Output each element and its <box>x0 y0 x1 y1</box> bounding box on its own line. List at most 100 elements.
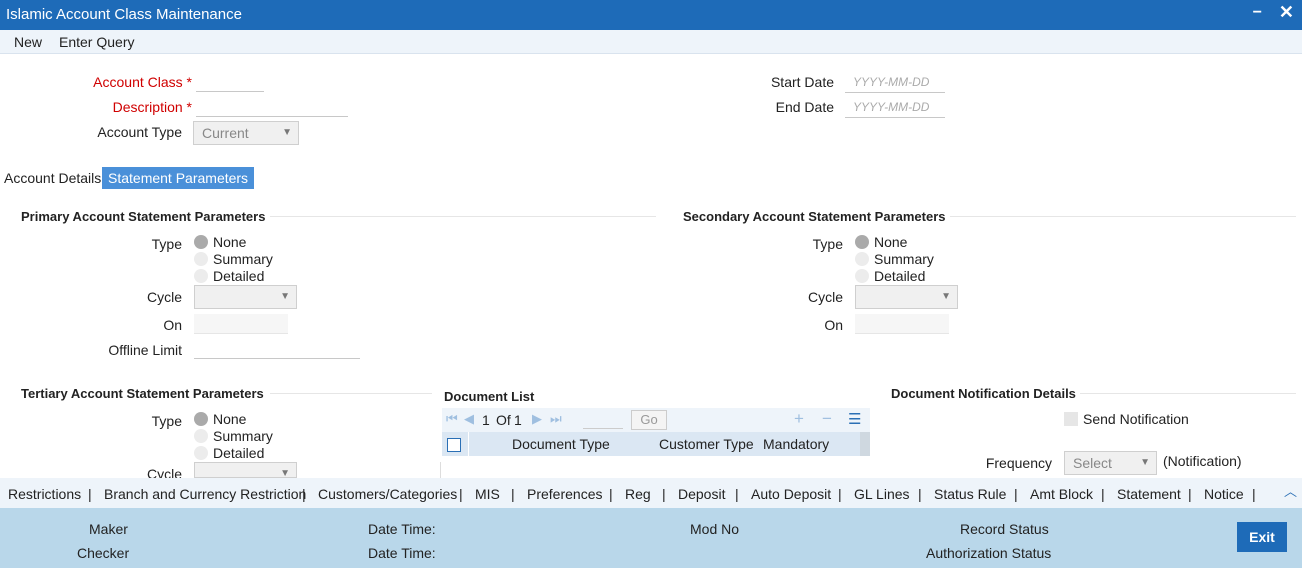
nav-separator: | <box>459 486 463 502</box>
tertiary-cycle-select[interactable]: ▼ <box>194 462 297 479</box>
primary-cycle-select[interactable]: ▼ <box>194 285 297 309</box>
secondary-divider <box>950 216 1296 217</box>
add-row-icon[interactable]: + <box>794 409 804 429</box>
exit-button[interactable]: Exit <box>1237 522 1287 552</box>
frequency-select[interactable]: Select ▼ <box>1064 451 1157 475</box>
tertiary-divider <box>270 393 432 394</box>
column-divider <box>468 432 469 456</box>
nav-statement[interactable]: Statement <box>1117 486 1181 502</box>
panel-divider <box>440 462 441 478</box>
end-date-input[interactable]: YYYY-MM-DD <box>845 96 945 118</box>
start-date-input[interactable]: YYYY-MM-DD <box>845 71 945 93</box>
mod-no-label: Mod No <box>690 521 740 537</box>
secondary-type-detailed-radio[interactable] <box>855 269 869 283</box>
audit-footer: Maker Checker Date Time: Date Time: Mod … <box>0 508 1302 568</box>
account-class-input[interactable] <box>196 70 264 92</box>
document-list-heading: Document List <box>444 389 535 404</box>
authorization-status-label: Authorization Status <box>926 545 1052 561</box>
column-mandatory[interactable]: Mandatory <box>763 436 829 452</box>
nav-customers-categories[interactable]: Customers/Categories <box>318 486 457 502</box>
previous-page-icon[interactable]: ◀ <box>464 411 474 427</box>
tertiary-type-none-label: None <box>213 411 247 427</box>
send-notification-checkbox[interactable] <box>1064 412 1078 426</box>
tertiary-type-summary-radio[interactable] <box>194 429 208 443</box>
secondary-on-label: On <box>824 317 843 333</box>
nav-reg[interactable]: Reg <box>625 486 651 502</box>
page-current: 1 <box>482 412 490 428</box>
nav-status-rule[interactable]: Status Rule <box>934 486 1006 502</box>
document-list-header: Document Type Customer Type Mandatory <box>442 432 870 456</box>
nav-auto-deposit[interactable]: Auto Deposit <box>751 486 831 502</box>
secondary-on-input[interactable] <box>855 314 949 334</box>
secondary-type-none-radio[interactable] <box>855 235 869 249</box>
nav-notice[interactable]: Notice <box>1204 486 1244 502</box>
minimize-icon[interactable]: − <box>1253 4 1262 22</box>
offline-limit-label: Offline Limit <box>108 342 182 358</box>
nav-restrictions[interactable]: Restrictions <box>8 486 81 502</box>
nav-gl-lines[interactable]: GL Lines <box>854 486 910 502</box>
checker-label: Checker <box>77 545 130 561</box>
chevron-down-icon: ▼ <box>1140 457 1150 468</box>
last-page-icon[interactable]: ⏭ <box>550 411 562 427</box>
header-scrollbar[interactable] <box>860 432 870 456</box>
first-page-icon[interactable]: ⏮ <box>446 411 458 427</box>
window-title: Islamic Account Class Maintenance <box>6 6 242 23</box>
tertiary-type-detailed-radio[interactable] <box>194 446 208 460</box>
tab-account-details[interactable]: Account Details <box>0 167 107 189</box>
select-all-checkbox[interactable] <box>447 438 461 452</box>
chevron-down-icon: ▼ <box>282 127 292 138</box>
tertiary-type-none-radio[interactable] <box>194 412 208 426</box>
description-label: Description * <box>112 99 192 115</box>
next-page-icon[interactable]: ▶ <box>532 411 542 427</box>
primary-type-detailed-radio[interactable] <box>194 269 208 283</box>
primary-divider <box>270 216 656 217</box>
nav-preferences[interactable]: Preferences <box>527 486 602 502</box>
nav-separator: | <box>735 486 739 502</box>
tab-statement-parameters[interactable]: Statement Parameters <box>102 167 255 189</box>
menu-enter-query[interactable]: Enter Query <box>59 34 134 50</box>
go-button[interactable]: Go <box>631 410 667 430</box>
frequency-label: Frequency <box>985 455 1052 471</box>
primary-type-none-radio[interactable] <box>194 235 208 249</box>
page-jump-input[interactable] <box>583 428 623 429</box>
list-view-icon[interactable]: ☰ <box>848 410 861 428</box>
secondary-heading: Secondary Account Statement Parameters <box>683 209 946 224</box>
record-status-label: Record Status <box>960 521 1049 537</box>
secondary-cycle-label: Cycle <box>807 289 843 305</box>
description-input[interactable] <box>196 95 348 117</box>
column-customer-type[interactable]: Customer Type <box>659 436 754 452</box>
nav-separator: | <box>1188 486 1192 502</box>
nav-amt-block[interactable]: Amt Block <box>1030 486 1093 502</box>
delete-row-icon[interactable]: − <box>822 409 832 429</box>
nav-separator: | <box>511 486 515 502</box>
offline-limit-input[interactable] <box>194 337 360 359</box>
tertiary-type-label: Type <box>151 413 182 429</box>
nav-deposit[interactable]: Deposit <box>678 486 725 502</box>
secondary-type-summary-radio[interactable] <box>855 252 869 266</box>
nav-separator: | <box>609 486 613 502</box>
nav-separator: | <box>88 486 92 502</box>
nav-separator: | <box>1014 486 1018 502</box>
nav-mis[interactable]: MIS <box>475 486 500 502</box>
close-icon[interactable]: ✕ <box>1279 2 1294 23</box>
nav-separator: | <box>918 486 922 502</box>
nav-branch-currency-restriction[interactable]: Branch and Currency Restriction <box>104 486 306 502</box>
nav-separator: | <box>838 486 842 502</box>
account-type-select[interactable]: Current ▼ <box>193 121 299 145</box>
primary-type-summary-radio[interactable] <box>194 252 208 266</box>
primary-on-input[interactable] <box>194 314 288 334</box>
nav-separator: | <box>302 486 306 502</box>
chevron-down-icon: ▼ <box>941 291 951 302</box>
column-document-type[interactable]: Document Type <box>512 436 610 452</box>
notification-divider <box>1080 393 1296 394</box>
nav-separator: | <box>662 486 666 502</box>
primary-type-summary-label: Summary <box>213 251 273 267</box>
chevron-up-icon[interactable]: ︿ <box>1284 481 1297 500</box>
secondary-cycle-select[interactable]: ▼ <box>855 285 958 309</box>
menu-bar: New Enter Query <box>0 30 1302 54</box>
primary-on-label: On <box>163 317 182 333</box>
primary-type-detailed-label: Detailed <box>213 268 265 284</box>
send-notification-label: Send Notification <box>1083 411 1189 427</box>
account-type-label: Account Type <box>97 124 182 140</box>
menu-new[interactable]: New <box>14 34 42 50</box>
